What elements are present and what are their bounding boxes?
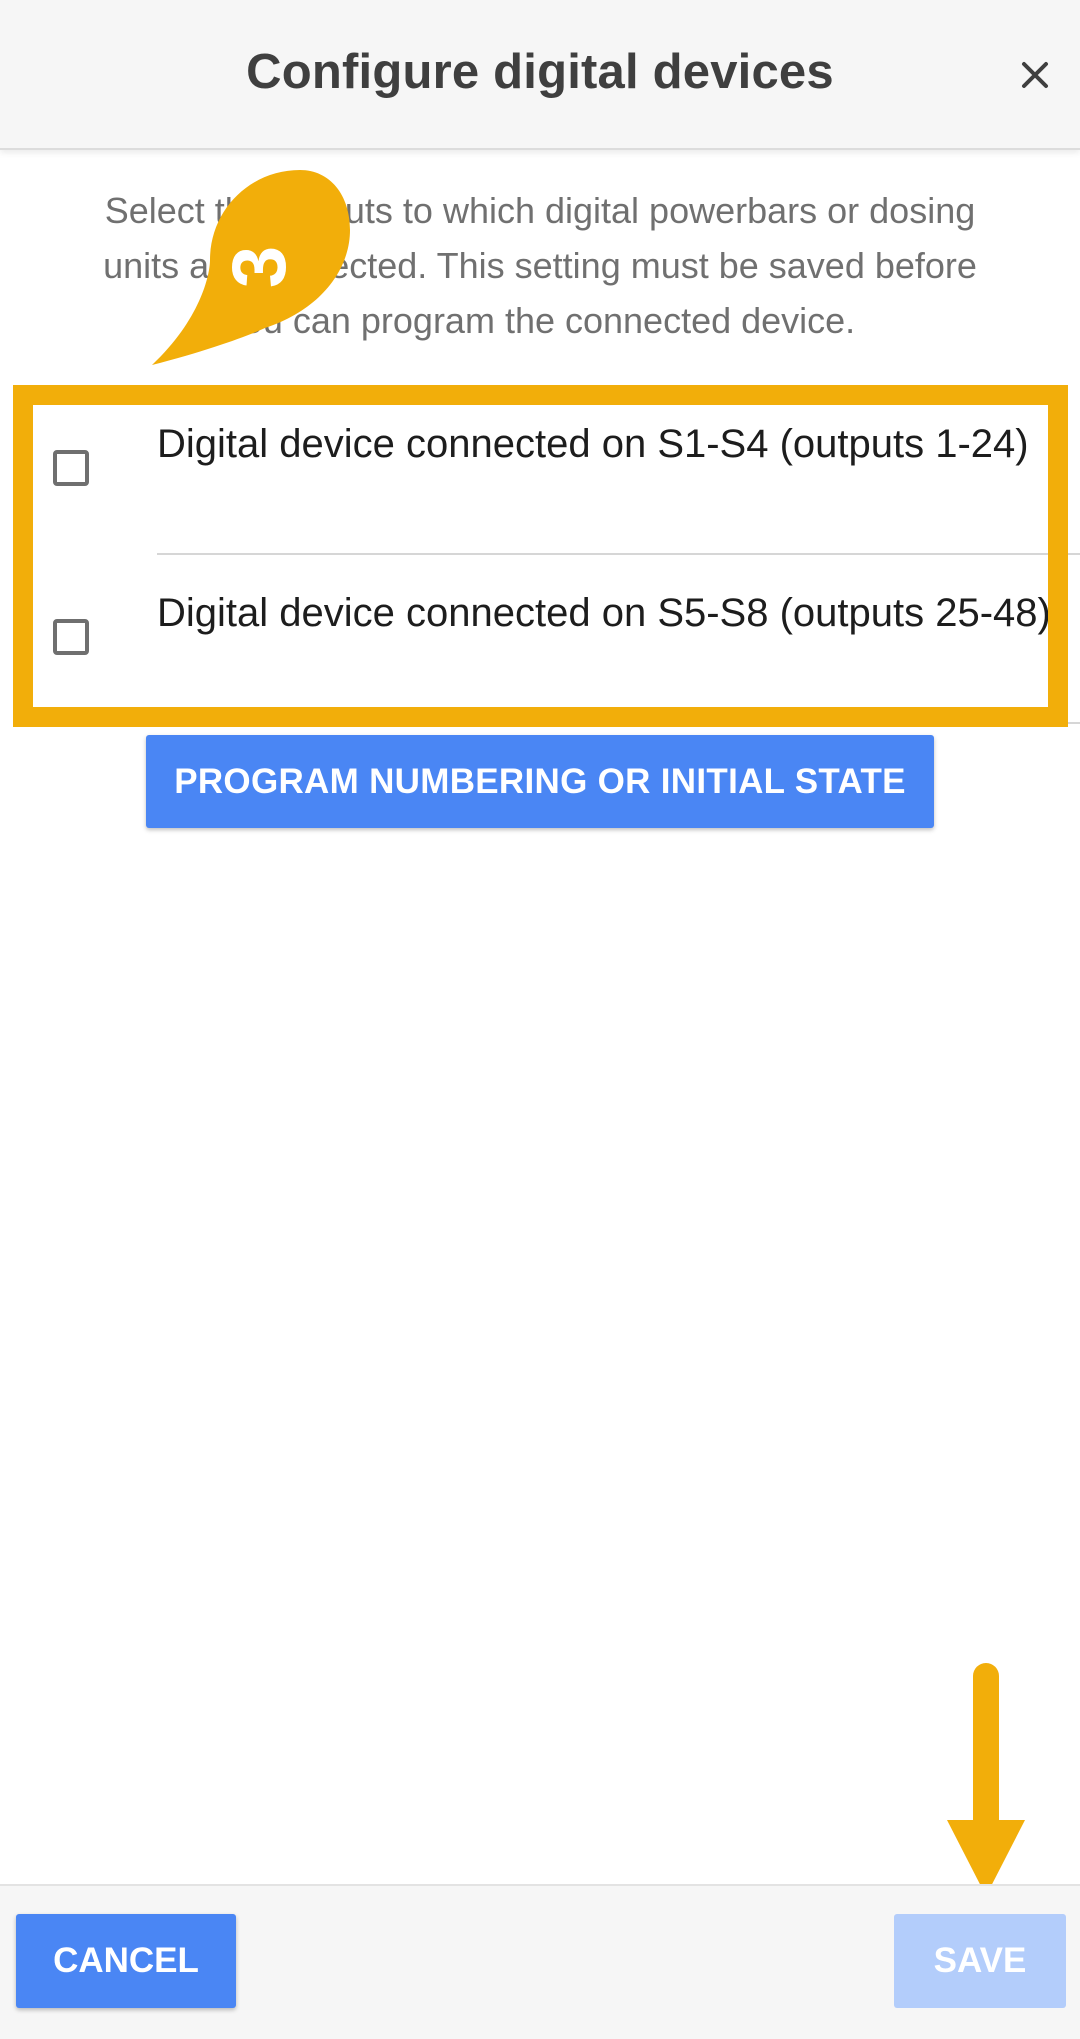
option-label: Digital device connected on S1-S4 (outpu… (157, 422, 1029, 466)
checkbox-s1-s4[interactable] (53, 450, 89, 486)
divider (157, 722, 1080, 724)
arrow-down-icon (945, 1660, 1027, 1900)
dialog-title: Configure digital devices (246, 45, 834, 99)
checkbox-s5-s8[interactable] (53, 619, 89, 655)
option-s5-s8[interactable]: Digital device connected on S5-S8 (outpu… (13, 554, 1080, 722)
device-options-list: Digital device connected on S1-S4 (outpu… (13, 385, 1080, 727)
program-numbering-button[interactable]: PROGRAM NUMBERING OR INITIAL STATE (146, 735, 934, 828)
save-button[interactable]: SAVE (894, 1914, 1066, 2008)
option-label: Digital device connected on S5-S8 (outpu… (157, 591, 1051, 635)
dialog-footer: CANCEL SAVE (0, 1884, 1080, 2039)
cancel-button[interactable]: CANCEL (16, 1914, 236, 2008)
close-icon[interactable] (1010, 50, 1060, 100)
dialog-header: Configure digital devices (0, 0, 1080, 150)
option-s1-s4[interactable]: Digital device connected on S1-S4 (outpu… (13, 385, 1080, 553)
step-number: 3 (217, 245, 302, 289)
